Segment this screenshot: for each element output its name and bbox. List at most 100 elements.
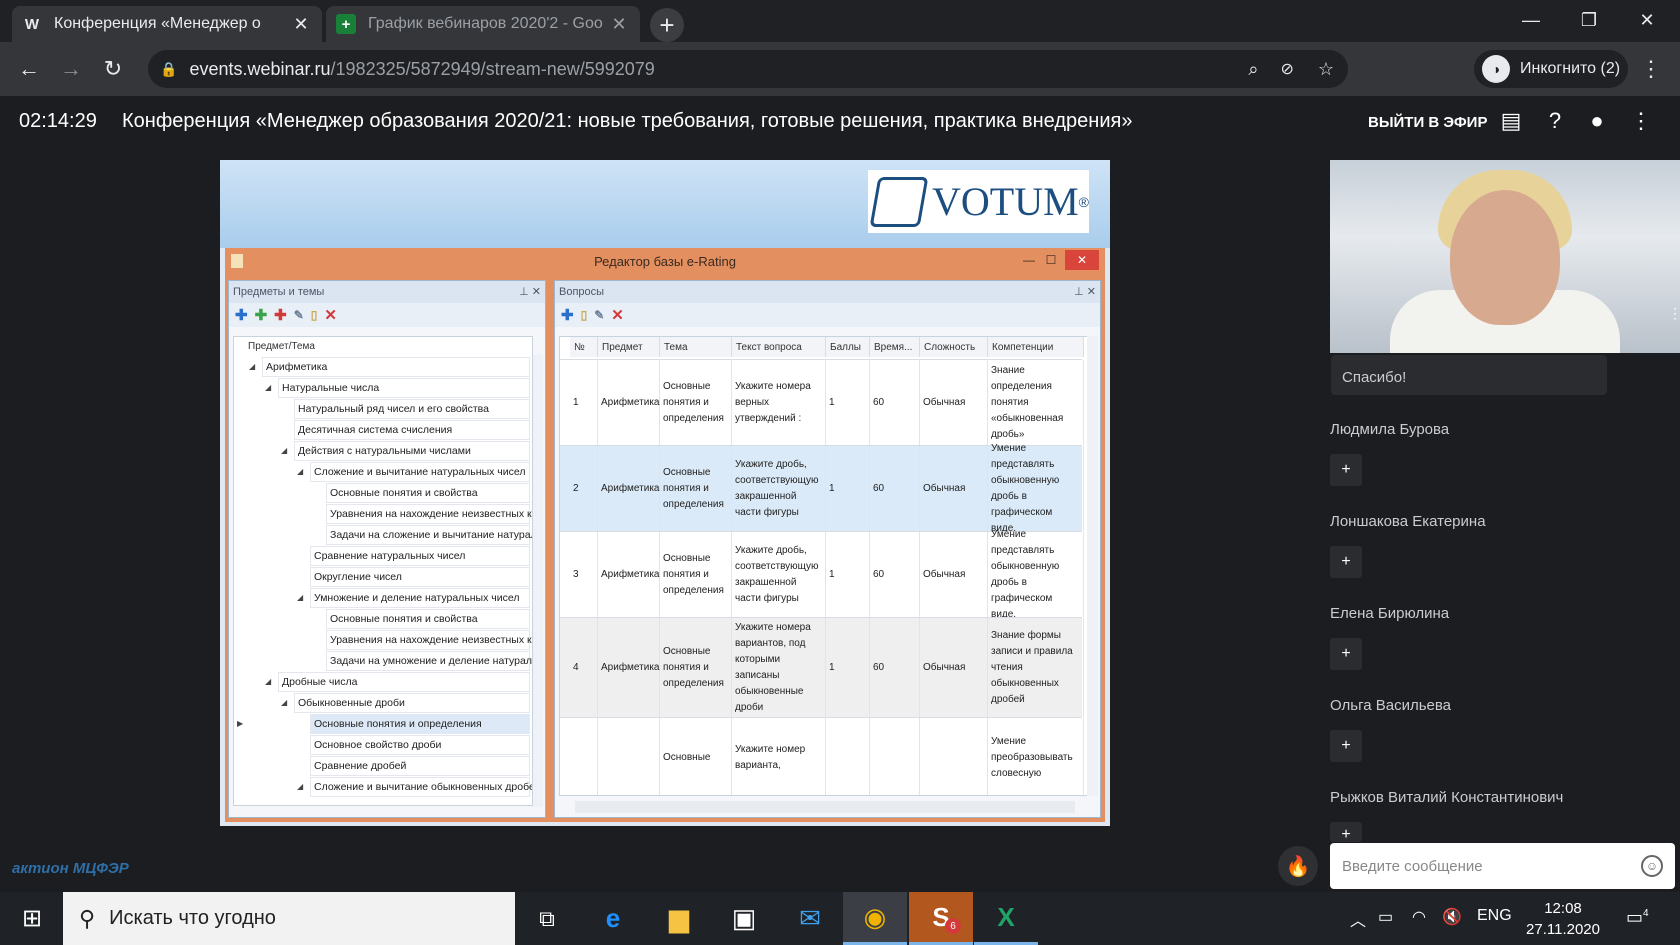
tree-expand-icon: ◢ (297, 593, 304, 602)
browser-tab-strip: W Конференция «Менеджер о ✕ + График веб… (0, 0, 1680, 42)
tree-item-label: Сравнение дробей (314, 760, 407, 772)
grid-cell: Основные понятия и определения (660, 618, 732, 717)
grid-column-header: № (570, 337, 598, 357)
edge-icon[interactable]: e (581, 892, 645, 945)
store-icon[interactable]: ▣ (712, 892, 776, 945)
reload-icon[interactable]: ↻ (98, 54, 128, 84)
conference-title: Конференция «Менеджер образования 2020/2… (122, 110, 1133, 132)
battery-icon[interactable]: ▭ (1378, 907, 1393, 927)
chat-message: Спасибо! (1331, 355, 1607, 395)
tracking-blocked-eye-icon[interactable]: ⊘ (1280, 59, 1293, 79)
browser-menu-icon[interactable]: ⋮ (1636, 54, 1666, 84)
incognito-profile-button[interactable]: ◑ Инкогнито (2) (1474, 50, 1628, 88)
lock-icon: 🔒 (160, 60, 178, 77)
grid-cell (826, 718, 870, 795)
add-participant-button[interactable]: + (1330, 730, 1362, 762)
pane-header: Предметы и темы ⊥ ✕ (229, 281, 545, 303)
chat-icon[interactable]: ▤ (1496, 108, 1526, 134)
more-menu-icon[interactable]: ⋮ (1626, 108, 1656, 134)
tree-item: Уравнения на нахождение неизвестных к... (326, 504, 532, 524)
restore-window-icon[interactable]: ❐ (1560, 0, 1618, 40)
address-bar[interactable]: 🔒 events.webinar.ru /1982325/5872949/str… (148, 50, 1348, 88)
mail-icon[interactable]: ✉ (778, 892, 842, 945)
tree-expand-icon: ◢ (265, 677, 272, 686)
grid-cell: Арифметика (598, 360, 660, 445)
tree-item-label: Сложение и вычитание натуральных чисел (314, 466, 526, 478)
add-participant-button[interactable]: + (1330, 638, 1362, 670)
app-maximize-icon: ☐ (1045, 253, 1057, 267)
tree-column-header: Предмет/Тема (248, 341, 315, 352)
windows-taskbar: ⊞ ⚲ Искать что угодно ⧉ e ▆ ▣ ✉ ◉ S 6 X … (0, 892, 1680, 945)
tree-item: Сложение и вычитание натуральных чисел (310, 462, 530, 482)
new-tab-button[interactable]: + (650, 8, 684, 42)
minimize-window-icon[interactable]: — (1502, 0, 1560, 40)
close-tab-icon[interactable]: ✕ (608, 14, 630, 35)
tree-expand-icon: ◢ (297, 782, 304, 791)
close-window-icon[interactable]: ✕ (1618, 0, 1676, 40)
zoom-icon[interactable]: ⌕ (1248, 59, 1258, 80)
wifi-icon[interactable]: ◠ (1412, 907, 1426, 927)
grid-column-header: Предмет (598, 337, 660, 357)
help-icon[interactable]: ? (1540, 108, 1570, 134)
forward-icon[interactable]: → (56, 54, 86, 84)
add-participant-button[interactable]: + (1330, 822, 1362, 842)
grid-cell: Арифметика (598, 446, 660, 531)
windows-start-icon[interactable]: ⊞ (0, 892, 64, 945)
tree-item: Сравнение дробей (310, 756, 530, 776)
grid-cell: 60 (870, 360, 920, 445)
add-participant-button[interactable]: + (1330, 454, 1362, 486)
grid-cell: 60 (870, 618, 920, 717)
grid-cell: Обычная (920, 360, 988, 445)
language-indicator[interactable]: ENG (1477, 907, 1512, 925)
go-live-button[interactable]: ВЫЙТИ В ЭФИР (1368, 114, 1487, 131)
add-topic-icon: ✚ (254, 307, 268, 324)
table-row: 1 Арифметика Основные понятия и определени… (560, 359, 1084, 445)
grid-cell: Арифметика (598, 618, 660, 717)
tree-item: Обыкновенные дроби (294, 693, 530, 713)
taskbar-search-box[interactable]: ⚲ Искать что угодно (63, 892, 515, 945)
questions-pane: Вопросы ⊥ ✕ ✚ ▯ ✎ ✕ № Предмет Тема Текст во… (554, 280, 1101, 818)
url-path: /1982325/5872949/stream-new/5992079 (330, 58, 655, 79)
tree-item: Десятичная система счисления (294, 420, 530, 440)
reactions-fire-button[interactable]: 🔥 (1278, 846, 1318, 886)
chrome-icon[interactable]: ◉ (843, 892, 907, 945)
user-icon[interactable]: ● (1582, 108, 1612, 134)
webcam-menu-icon[interactable]: ⋮ (1668, 305, 1680, 322)
tree-item-label: Дробные числа (282, 676, 358, 688)
excel-icon[interactable]: X (974, 892, 1038, 945)
grid-cell: Основные (660, 718, 732, 795)
tree-item: Арифметика (262, 357, 530, 377)
grid-cell (920, 718, 988, 795)
notifications-icon[interactable]: ▭4 (1626, 907, 1649, 928)
pane-title: Предметы и темы (233, 286, 325, 298)
message-input[interactable]: Введите сообщение ☺ (1330, 843, 1675, 889)
taskbar-clock[interactable]: 12:08 27.11.2020 (1520, 898, 1606, 940)
tree-item-label: Задачи на сложение и вычитание натурал..… (330, 529, 533, 541)
delete-icon: ✕ (324, 307, 337, 324)
clock-date: 27.11.2020 (1526, 921, 1600, 938)
add-subject-icon: ✚ (235, 307, 248, 324)
skype-icon[interactable]: S 6 (909, 892, 973, 945)
bookmark-star-icon[interactable]: ☆ (1318, 59, 1334, 80)
file-explorer-icon[interactable]: ▆ (647, 892, 711, 945)
erating-editor-window: Редактор базы e-Rating — ☐ ✕ Предметы и … (225, 248, 1105, 822)
tree-item: Сравнение натуральных чисел (310, 546, 530, 566)
tab-conference[interactable]: W Конференция «Менеджер о ✕ (12, 6, 322, 42)
tree-item-label: Основные понятия и определения (314, 718, 482, 730)
emoji-icon[interactable]: ☺ (1641, 855, 1663, 877)
grid-cell: 1 (570, 360, 598, 445)
tab-schedule[interactable]: + График вебинаров 2020'2 - Goo ✕ (326, 6, 640, 42)
app-minimize-icon: — (1023, 253, 1035, 267)
pane-header: Вопросы ⊥ ✕ (555, 281, 1100, 303)
volume-muted-icon[interactable]: 🔇 (1442, 907, 1462, 927)
stream-timer: 02:14:29 (19, 110, 97, 132)
tree-item-label: Основные понятия и свойства (330, 613, 478, 625)
questions-toolbar: ✚ ▯ ✎ ✕ (555, 303, 1100, 327)
clock-time: 12:08 (1544, 900, 1582, 917)
show-hidden-icons-icon[interactable]: ︿ (1350, 907, 1366, 931)
task-view-icon[interactable]: ⧉ (515, 892, 579, 945)
back-icon[interactable]: ← (14, 54, 44, 84)
tree-item: Натуральные числа (278, 378, 530, 398)
close-tab-icon[interactable]: ✕ (290, 14, 312, 35)
add-participant-button[interactable]: + (1330, 546, 1362, 578)
